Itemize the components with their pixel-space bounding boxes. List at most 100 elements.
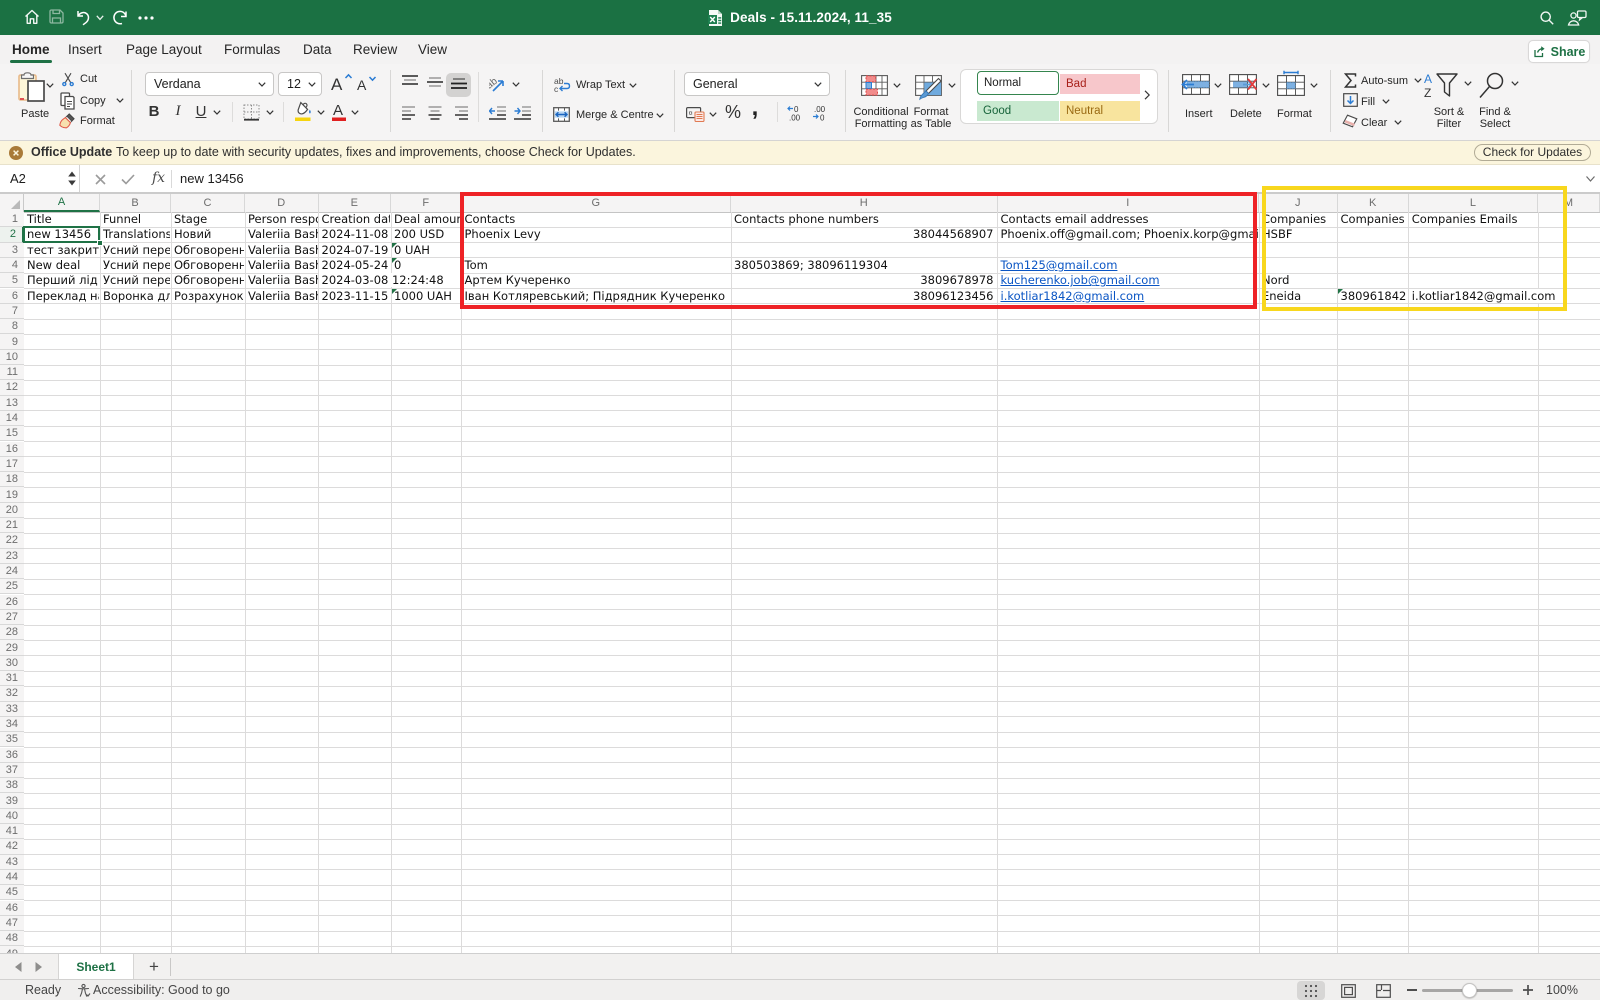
row-header-21[interactable]: 21 — [0, 518, 24, 533]
cell-E3[interactable]: 2024-07-19 — [319, 243, 391, 257]
cell-F1[interactable]: Deal amoun — [391, 212, 461, 226]
cell-B5[interactable]: Усний перек — [100, 273, 170, 287]
row-header-19[interactable]: 19 — [0, 487, 24, 502]
cell-C4[interactable]: Обговоренн — [171, 258, 244, 272]
autosum-label[interactable]: Auto-sum — [1361, 75, 1408, 87]
zoom-out-icon[interactable] — [1407, 989, 1417, 991]
column-header-C[interactable]: C — [171, 194, 245, 212]
font-color-button[interactable]: A — [331, 101, 347, 121]
formula-expand-icon[interactable] — [1586, 176, 1595, 182]
prev-sheet-icon[interactable] — [13, 961, 23, 973]
cell-D6[interactable]: Valeriia Bash — [245, 289, 318, 303]
merge-chevron-icon[interactable] — [656, 113, 664, 118]
format-cells-label[interactable]: Format — [1277, 108, 1312, 120]
fill-color-chevron-icon[interactable] — [317, 110, 325, 115]
cell-D3[interactable]: Valeriia Bash — [245, 243, 318, 257]
accounting-chevron-icon[interactable] — [709, 112, 717, 117]
clear-label[interactable]: Clear — [1361, 117, 1387, 129]
decrease-indent-button[interactable] — [489, 106, 506, 120]
cell-F2[interactable]: 200 USD — [391, 227, 461, 241]
wrap-text-chevron-icon[interactable] — [629, 83, 637, 88]
cell-E4[interactable]: 2024-05-24 — [319, 258, 391, 272]
cell-A3[interactable]: тест закритт — [24, 243, 99, 257]
row-header-37[interactable]: 37 — [0, 763, 24, 778]
row-header-22[interactable]: 22 — [0, 533, 24, 548]
align-bottom-button[interactable] — [446, 73, 471, 97]
borders-chevron-icon[interactable] — [266, 110, 274, 115]
copy-label[interactable]: Copy — [80, 95, 106, 107]
insert-function-icon[interactable]: fx — [152, 170, 165, 186]
row-header-30[interactable]: 30 — [0, 656, 24, 671]
cell-style-good[interactable]: Good — [977, 101, 1059, 121]
row-header-24[interactable]: 24 — [0, 564, 24, 579]
autosum-button[interactable] — [1343, 72, 1357, 88]
underline-button[interactable]: U — [194, 102, 208, 120]
cancel-icon[interactable] — [95, 174, 106, 185]
cell-B6[interactable]: Воронка для — [100, 289, 170, 303]
cell-C6[interactable]: Розрахунок — [171, 289, 244, 303]
row-header-31[interactable]: 31 — [0, 671, 24, 686]
row-header-16[interactable]: 16 — [0, 442, 24, 457]
zoom-in-icon[interactable] — [1523, 985, 1533, 995]
row-header-35[interactable]: 35 — [0, 732, 24, 747]
row-header-10[interactable]: 10 — [0, 350, 24, 365]
cell-B2[interactable]: Translations — [100, 227, 170, 241]
delete-cells-button[interactable] — [1229, 74, 1258, 95]
find-select-button[interactable] — [1478, 72, 1508, 100]
presence-icon[interactable] — [1567, 10, 1587, 26]
row-header-14[interactable]: 14 — [0, 411, 24, 426]
sort-filter-label[interactable]: Sort &Filter — [1424, 107, 1474, 130]
row-header-48[interactable]: 48 — [0, 931, 24, 946]
row-header-4[interactable]: 4 — [0, 258, 24, 273]
clear-button[interactable] — [1342, 114, 1358, 128]
row-header-23[interactable]: 23 — [0, 549, 24, 564]
format-painter-button[interactable] — [59, 113, 75, 129]
decrease-decimal-button[interactable]: .000 — [812, 105, 828, 121]
row-header-9[interactable]: 9 — [0, 334, 24, 349]
tab-home[interactable]: Home — [12, 35, 50, 64]
autosum-chevron-icon[interactable] — [1414, 78, 1422, 83]
row-header-2[interactable]: 2 — [0, 227, 24, 242]
cell-C3[interactable]: Обговоренн — [171, 243, 244, 257]
cell-E2[interactable]: 2024-11-08 — [319, 227, 391, 241]
row-header-32[interactable]: 32 — [0, 686, 24, 701]
cell-D2[interactable]: Valeriia Bash — [245, 227, 318, 241]
cell-A1[interactable]: Title — [24, 212, 99, 226]
format-cells-button[interactable] — [1277, 70, 1306, 96]
normal-view-icon[interactable] — [1304, 984, 1318, 998]
name-box-stepper[interactable] — [67, 171, 77, 186]
cell-A5[interactable]: Перший лід — [24, 273, 99, 287]
delete-cells-chevron-icon[interactable] — [1262, 83, 1270, 88]
share-button[interactable]: Share — [1528, 40, 1590, 63]
format-as-table-label[interactable]: Formatas Table — [901, 107, 961, 130]
cell-F6[interactable]: 1000 UAH — [391, 289, 461, 303]
cut-button[interactable] — [60, 71, 75, 87]
row-header-20[interactable]: 20 — [0, 503, 24, 518]
cell-style-neutral[interactable]: Neutral — [1060, 101, 1140, 121]
tab-page-layout[interactable]: Page Layout — [126, 35, 202, 64]
bold-button[interactable]: B — [147, 102, 161, 120]
fill-chevron-icon[interactable] — [1382, 99, 1390, 104]
row-header-11[interactable]: 11 — [0, 365, 24, 380]
name-box[interactable]: A2 — [0, 165, 80, 192]
cell-B1[interactable]: Funnel — [100, 212, 170, 226]
row-header-12[interactable]: 12 — [0, 380, 24, 395]
styles-more-icon[interactable] — [1144, 90, 1150, 100]
status-accessibility[interactable]: Accessibility: Good to go — [93, 983, 230, 997]
cell-C2[interactable]: Новий — [171, 227, 244, 241]
column-header-E[interactable]: E — [319, 194, 392, 212]
page-break-view-icon[interactable] — [1376, 984, 1391, 998]
row-header-18[interactable]: 18 — [0, 472, 24, 487]
page-layout-view-icon[interactable] — [1341, 984, 1356, 998]
row-header-15[interactable]: 15 — [0, 426, 24, 441]
row-header-25[interactable]: 25 — [0, 579, 24, 594]
cell-A6[interactable]: Переклад на — [24, 289, 99, 303]
cell-B4[interactable]: Усний перек — [100, 258, 170, 272]
row-header-34[interactable]: 34 — [0, 717, 24, 732]
accounting-format-button[interactable]: ¤ — [686, 107, 705, 122]
font-name-combo[interactable]: Verdana — [145, 72, 274, 96]
row-header-44[interactable]: 44 — [0, 870, 24, 885]
borders-button[interactable] — [242, 103, 260, 121]
font-color-chevron-icon[interactable] — [351, 110, 359, 115]
align-right-button[interactable] — [452, 106, 468, 120]
